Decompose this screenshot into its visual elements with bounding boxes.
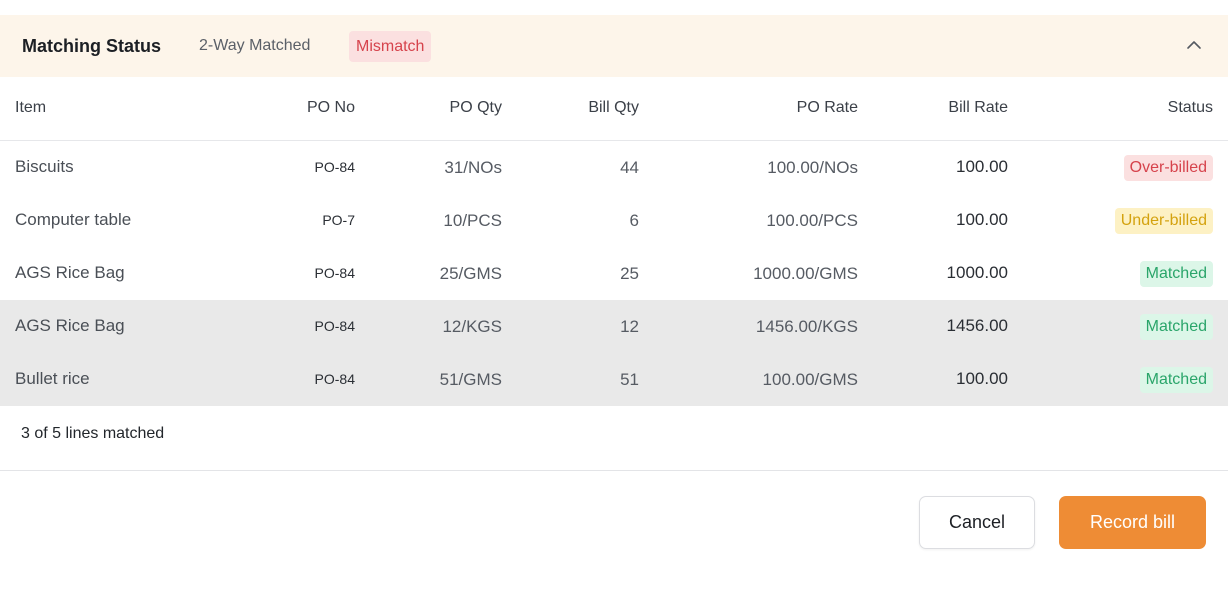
matching-status-title: Matching Status <box>22 35 162 56</box>
column-header-status: Status <box>1167 99 1213 116</box>
column-header-po-qty: PO Qty <box>449 99 502 116</box>
matching-table: Item PO No PO Qty Bill Qty PO Rate Bill … <box>0 77 1228 406</box>
po-qty: 10/PCS <box>443 211 502 230</box>
matching-status-dialog: Matching Status 2-Way Matched Mismatch I… <box>0 0 1228 598</box>
item-name: Bullet rice <box>15 369 90 388</box>
item-name: AGS Rice Bag <box>15 263 125 282</box>
bill-rate: 100.00 <box>956 210 1008 229</box>
po-number: PO-84 <box>314 371 355 387</box>
status-badge: Matched <box>1139 367 1213 393</box>
po-rate: 100.00/GMS <box>762 370 858 389</box>
po-number: PO-84 <box>314 265 355 281</box>
po-rate: 100.00/PCS <box>766 211 858 230</box>
bill-qty: 25 <box>620 264 639 283</box>
item-name: Biscuits <box>15 157 74 176</box>
item-name: Computer table <box>15 210 132 229</box>
table-header: Item PO No PO Qty Bill Qty PO Rate Bill … <box>0 77 1228 141</box>
table-row: Biscuits PO-84 31/NOs 44 100.00/NOs 100.… <box>0 141 1228 194</box>
status-badge: Matched <box>1139 314 1213 340</box>
po-number: PO-84 <box>314 159 355 175</box>
bill-qty: 44 <box>620 158 639 177</box>
mismatch-badge: Mismatch <box>349 31 432 62</box>
record-bill-button[interactable]: Record bill <box>1059 496 1206 549</box>
po-qty: 25/GMS <box>439 264 502 283</box>
po-rate: 100.00/NOs <box>767 158 858 177</box>
matching-status-header[interactable]: Matching Status 2-Way Matched Mismatch <box>0 15 1228 77</box>
column-header-item: Item <box>15 99 47 116</box>
status-badge: Matched <box>1139 261 1213 287</box>
status-badge: Under-billed <box>1114 208 1213 234</box>
bill-qty: 12 <box>620 317 639 336</box>
bill-rate: 1456.00 <box>946 316 1008 335</box>
bill-rate: 100.00 <box>956 157 1008 176</box>
table-row: Bullet rice PO-84 51/GMS 51 100.00/GMS 1… <box>0 353 1228 406</box>
column-header-bill-qty: Bill Qty <box>588 99 639 116</box>
item-name: AGS Rice Bag <box>15 316 125 335</box>
po-qty: 31/NOs <box>444 158 502 177</box>
po-qty: 51/GMS <box>439 370 502 389</box>
chevron-up-icon[interactable] <box>1180 31 1208 59</box>
status-badge: Over-billed <box>1123 155 1213 181</box>
column-header-bill-rate: Bill Rate <box>948 99 1008 116</box>
bill-qty: 6 <box>629 211 639 230</box>
column-header-po-no: PO No <box>306 99 355 116</box>
cancel-button[interactable]: Cancel <box>919 496 1035 549</box>
bill-rate: 100.00 <box>956 369 1008 388</box>
table-row: AGS Rice Bag PO-84 25/GMS 25 1000.00/GMS… <box>0 247 1228 300</box>
match-type-label: 2-Way Matched <box>199 37 311 54</box>
table-row: AGS Rice Bag PO-84 12/KGS 12 1456.00/KGS… <box>0 300 1228 353</box>
po-number: PO-84 <box>314 318 355 334</box>
po-rate: 1456.00/KGS <box>755 317 858 336</box>
po-qty: 12/KGS <box>442 317 502 336</box>
table-row: Computer table PO-7 10/PCS 6 100.00/PCS … <box>0 194 1228 247</box>
lines-matched-summary: 3 of 5 lines matched <box>21 425 165 442</box>
column-header-po-rate: PO Rate <box>796 99 858 116</box>
bill-rate: 1000.00 <box>946 263 1008 282</box>
po-rate: 1000.00/GMS <box>753 264 858 283</box>
divider <box>0 470 1228 471</box>
bill-qty: 51 <box>620 370 639 389</box>
po-number: PO-7 <box>322 212 355 228</box>
